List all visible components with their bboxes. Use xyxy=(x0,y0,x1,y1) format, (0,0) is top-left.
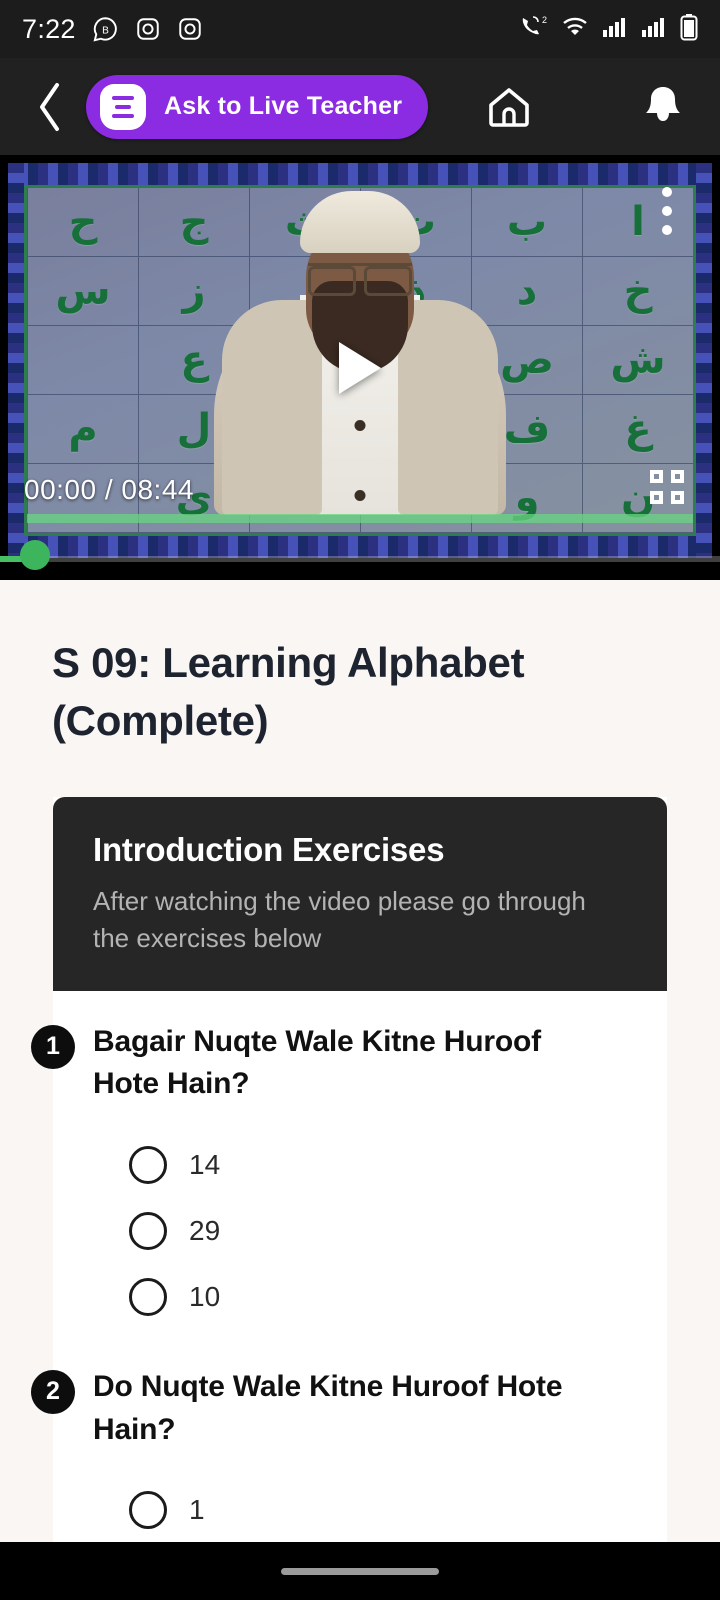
status-bar-right: 2 xyxy=(518,13,698,46)
home-icon[interactable] xyxy=(486,84,532,130)
alphabet-cell: ا xyxy=(582,188,693,257)
whatsapp-business-icon: B xyxy=(92,16,119,43)
answer-option[interactable]: 1 xyxy=(93,1477,667,1543)
alphabet-cell: م xyxy=(27,395,138,464)
question-number-badge: 1 xyxy=(31,1024,75,1069)
more-options-icon[interactable] xyxy=(662,187,672,235)
answer-option-label: 29 xyxy=(189,1214,221,1246)
decorative-border-right xyxy=(696,163,712,558)
alphabet-cell: ش xyxy=(582,326,693,395)
svg-text:2: 2 xyxy=(542,15,547,25)
battery-icon xyxy=(680,13,698,46)
decorative-border-left xyxy=(8,163,24,558)
status-bar: 7:22 B 2 xyxy=(0,0,720,58)
video-progress-bar[interactable] xyxy=(0,556,720,562)
question-text: Bagair Nuqte Wale Kitne Huroof Hote Hain… xyxy=(93,1024,541,1101)
alphabet-cell xyxy=(27,326,138,395)
question-text: Do Nuqte Wale Kitne Huroof Hote Hain? xyxy=(93,1369,563,1446)
radio-button-icon[interactable] xyxy=(129,1277,167,1316)
question-number-badge: 2 xyxy=(31,1369,75,1414)
status-clock: 7:22 xyxy=(22,13,76,44)
teacher-button xyxy=(354,420,366,431)
wifi-icon xyxy=(561,15,589,44)
answer-option[interactable]: 14 xyxy=(93,1132,667,1198)
app-header: Ask to Live Teacher xyxy=(0,58,720,155)
instagram-icon xyxy=(135,16,161,42)
exercise-panel: Introduction Exercises After watching th… xyxy=(31,796,667,1600)
header-actions xyxy=(486,84,694,130)
radio-button-icon[interactable] xyxy=(129,1491,167,1530)
radio-button-icon[interactable] xyxy=(129,1211,167,1250)
introduction-card: Introduction Exercises After watching th… xyxy=(53,796,667,991)
lesson-content: S 09: Learning Alphabet (Complete) Intro… xyxy=(0,580,720,1600)
decorative-border-bottom xyxy=(8,536,712,558)
video-progress-fill xyxy=(0,556,22,562)
answer-option[interactable]: 10 xyxy=(93,1264,667,1330)
signal-sim1-icon xyxy=(602,16,628,43)
answer-option-label: 14 xyxy=(189,1148,221,1180)
system-navigation-bar xyxy=(0,1542,720,1600)
signal-sim2-icon xyxy=(641,16,667,43)
status-bar-left: 7:22 B xyxy=(22,14,203,45)
alphabet-cell: س xyxy=(27,257,138,326)
alphabet-cell: غ xyxy=(582,395,693,464)
teacher-vest-left xyxy=(222,300,322,515)
alphabet-cell: ح xyxy=(27,188,138,257)
notifications-icon[interactable] xyxy=(640,84,686,130)
answer-option-label: 1 xyxy=(189,1494,205,1526)
question-item: 1 Bagair Nuqte Wale Kitne Huroof Hote Ha… xyxy=(31,991,667,1336)
document-lines-icon xyxy=(100,83,146,130)
board-green-strip xyxy=(27,514,693,523)
video-progress-handle[interactable] xyxy=(20,540,50,570)
ask-to-live-teacher-label: Ask to Live Teacher xyxy=(164,92,403,120)
call-dual-sim-icon: 2 xyxy=(518,14,548,45)
teacher-glasses xyxy=(308,263,412,296)
page-title: S 09: Learning Alphabet (Complete) xyxy=(52,639,525,744)
ask-to-live-teacher-button[interactable]: Ask to Live Teacher xyxy=(86,74,429,139)
teacher-cap xyxy=(300,191,420,253)
introduction-subtitle: After watching the video please go throu… xyxy=(93,885,586,953)
video-time-display: 00:00 / 08:44 xyxy=(24,474,194,505)
radio-button-icon[interactable] xyxy=(129,1145,167,1184)
fullscreen-icon[interactable] xyxy=(650,470,684,504)
back-button[interactable] xyxy=(26,79,74,135)
alphabet-cell: خ xyxy=(582,257,693,326)
introduction-title: Introduction Exercises xyxy=(93,830,445,868)
play-button[interactable] xyxy=(339,341,381,394)
decorative-border-top xyxy=(8,163,712,185)
answer-options: 14 29 10 xyxy=(93,1132,667,1330)
home-indicator[interactable] xyxy=(281,1567,439,1575)
menu-icon[interactable] xyxy=(564,84,608,130)
instagram-icon xyxy=(177,16,203,42)
answer-option-label: 10 xyxy=(189,1280,221,1312)
svg-text:B: B xyxy=(102,25,109,36)
video-player[interactable]: ا ب ت ث ج ح خ د ذ ز س ش ص ض ظ ع xyxy=(0,155,720,580)
teacher-button xyxy=(354,490,366,501)
app-screen: 7:22 B 2 Ask to Live Teacher ا ب ج ح خ د… xyxy=(0,0,720,1600)
answer-option[interactable]: 29 xyxy=(93,1198,667,1264)
teacher-vest-right xyxy=(398,300,498,515)
